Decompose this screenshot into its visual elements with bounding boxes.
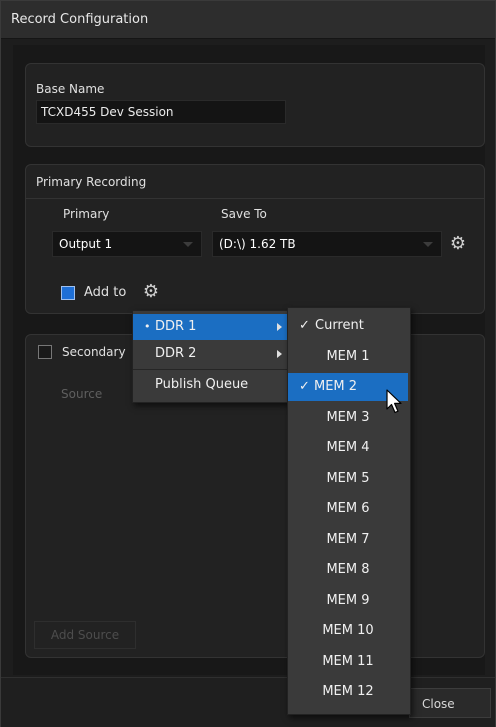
submenu-item-label: MEM 1 <box>326 349 370 364</box>
submenu-item-label: MEM 12 <box>322 684 374 699</box>
menu-item-ddr-1[interactable]: • DDR 1 <box>133 314 290 340</box>
check-icon: ✓ <box>299 318 310 333</box>
save-to-settings-gear-icon[interactable]: ⚙ <box>449 235 467 253</box>
submenu-item-label: MEM 11 <box>322 654 374 669</box>
selected-bullet-icon: • <box>144 320 151 333</box>
window-title: Record Configuration <box>11 12 149 27</box>
submenu-item-mem-1[interactable]: MEM 1 <box>288 343 408 371</box>
submenu-item-label: MEM 5 <box>326 471 370 486</box>
menu-item-label: DDR 1 <box>155 319 197 334</box>
submenu-item-mem-8[interactable]: MEM 8 <box>288 556 408 584</box>
submenu-item-label: MEM 10 <box>322 623 374 638</box>
primary-output-value: Output 1 <box>59 237 113 251</box>
add-to-context-menu: • DDR 1 DDR 2 Publish Queue <box>132 310 291 403</box>
submenu-arrow-icon <box>277 323 282 331</box>
add-to-settings-gear-icon[interactable]: ⚙ <box>142 283 160 301</box>
submenu-item-mem-12[interactable]: MEM 12 <box>288 678 408 706</box>
submenu-item-label: MEM 2 <box>314 379 358 394</box>
check-icon: ✓ <box>299 379 310 394</box>
submenu-item-mem-5[interactable]: MEM 5 <box>288 465 408 493</box>
base-name-label: Base Name <box>36 82 105 96</box>
base-name-input[interactable]: TCXD455 Dev Session <box>36 100 286 124</box>
submenu-item-mem-4[interactable]: MEM 4 <box>288 434 408 462</box>
submenu-item-mem-6[interactable]: MEM 6 <box>288 495 408 523</box>
submenu-arrow-icon <box>277 350 282 358</box>
record-configuration-window: Record Configuration Base Name TCXD455 D… <box>0 0 496 727</box>
close-button[interactable]: Close <box>409 688 491 718</box>
menu-item-publish-queue[interactable]: Publish Queue <box>133 372 290 398</box>
primary-recording-panel: Primary Recording Primary Save To Output… <box>25 164 485 314</box>
primary-column-label: Primary <box>63 207 110 221</box>
menu-item-ddr-2[interactable]: DDR 2 <box>133 341 290 367</box>
source-column-label: Source <box>61 387 103 401</box>
menu-item-label: Publish Queue <box>155 377 249 392</box>
submenu-item-label: MEM 4 <box>326 440 370 455</box>
section-divider <box>26 198 484 199</box>
add-source-button[interactable]: Add Source <box>34 621 136 649</box>
secondary-label: Secondary <box>62 345 126 359</box>
primary-recording-label: Primary Recording <box>36 175 147 189</box>
mouse-pointer-icon <box>386 389 402 414</box>
primary-output-dropdown[interactable]: Output 1 <box>52 231 202 257</box>
secondary-checkbox[interactable] <box>38 345 52 359</box>
submenu-item-label: MEM 7 <box>326 532 370 547</box>
submenu-item-mem-9[interactable]: MEM 9 <box>288 587 408 615</box>
save-to-value: (D:\) 1.62 TB <box>219 237 296 251</box>
submenu-item-mem-10[interactable]: MEM 10 <box>288 617 408 645</box>
submenu-item-label: MEM 8 <box>326 562 370 577</box>
submenu-item-mem-11[interactable]: MEM 11 <box>288 648 408 676</box>
submenu-item-mem-7[interactable]: MEM 7 <box>288 526 408 554</box>
add-to-label: Add to <box>84 285 127 300</box>
save-to-column-label: Save To <box>221 207 267 221</box>
chevron-down-icon <box>183 242 193 247</box>
chevron-down-icon <box>423 242 433 247</box>
add-to-checkbox[interactable] <box>61 286 75 300</box>
menu-item-label: DDR 2 <box>155 346 197 361</box>
menu-separator <box>133 369 290 370</box>
dialog-footer: Close <box>1 677 495 727</box>
submenu-item-label: MEM 9 <box>326 593 370 608</box>
title-bar: Record Configuration <box>1 1 495 39</box>
base-name-panel: Base Name TCXD455 Dev Session <box>25 63 485 147</box>
ddr-1-submenu: ✓ Current MEM 1 ✓ MEM 2 MEM 3 MEM 4 MEM … <box>287 307 411 715</box>
save-to-dropdown[interactable]: (D:\) 1.62 TB <box>212 231 442 257</box>
submenu-item-current[interactable]: ✓ Current <box>288 312 408 340</box>
submenu-item-label: MEM 6 <box>326 501 370 516</box>
submenu-item-label: Current <box>315 318 364 333</box>
